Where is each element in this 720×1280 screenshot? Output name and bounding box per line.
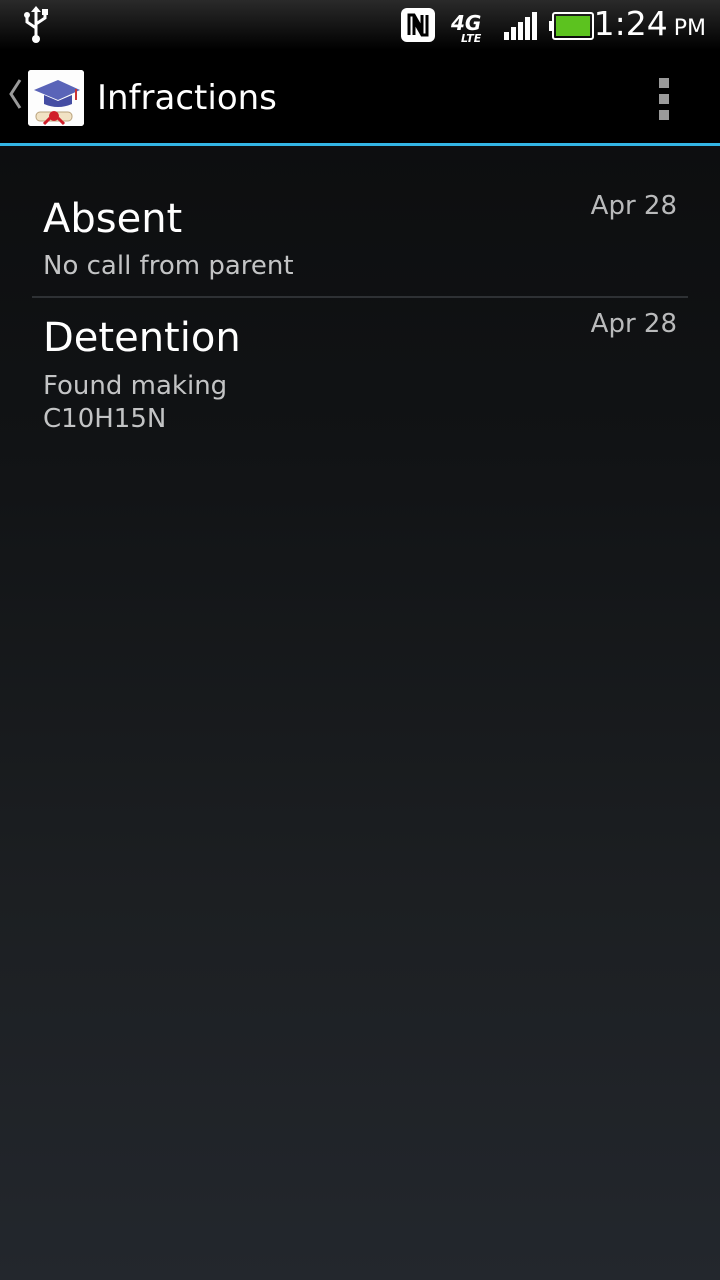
status-bar: 4G LTE 1:24 PM bbox=[0, 0, 720, 50]
svg-text:LTE: LTE bbox=[461, 32, 482, 44]
list-item[interactable]: Detention Apr 28 Found making C10H15N bbox=[32, 298, 688, 448]
infractions-list: Absent Apr 28 No call from parent Detent… bbox=[0, 180, 720, 448]
lte-icon: 4G LTE bbox=[450, 11, 482, 44]
signal-icon bbox=[504, 12, 537, 40]
infraction-detail-line: C10H15N bbox=[43, 404, 167, 434]
page-title: Infractions bbox=[97, 78, 277, 118]
infraction-title: Absent bbox=[43, 196, 183, 242]
up-caret-icon[interactable] bbox=[6, 74, 24, 114]
overflow-menu-icon[interactable] bbox=[650, 74, 678, 124]
clock-ampm: PM bbox=[673, 16, 706, 41]
infraction-date: Apr 28 bbox=[590, 309, 677, 339]
infraction-detail: Found making C10H15N bbox=[43, 370, 463, 436]
battery-icon bbox=[549, 12, 594, 40]
nfc-icon bbox=[401, 8, 435, 42]
infraction-date: Apr 28 bbox=[590, 191, 677, 221]
list-item[interactable]: Absent Apr 28 No call from parent bbox=[32, 180, 688, 298]
infraction-detail: No call from parent bbox=[43, 251, 294, 281]
status-clock: 1:24 PM bbox=[594, 4, 706, 43]
usb-icon bbox=[24, 6, 48, 43]
infraction-detail-line: Found making bbox=[43, 371, 228, 401]
infraction-title: Detention bbox=[43, 315, 241, 361]
action-bar: Infractions bbox=[0, 50, 720, 146]
graduation-app-icon[interactable] bbox=[28, 70, 84, 126]
clock-time: 1:24 bbox=[593, 4, 668, 43]
